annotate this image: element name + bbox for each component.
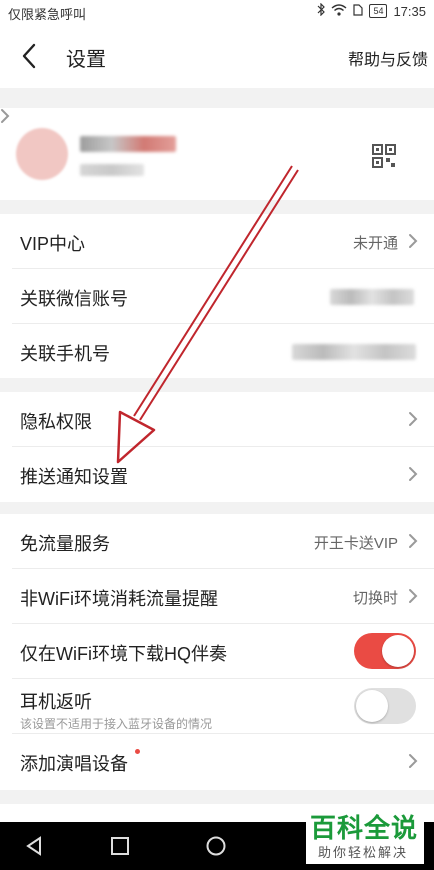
annotation-arrow [116,165,299,464]
watermark-logo: 百科全说 助你轻松解决 [306,806,424,864]
watermark-subtitle: 助你轻松解决 [318,845,409,860]
recents-square-icon[interactable] [111,837,129,860]
home-circle-icon[interactable] [206,836,226,861]
watermark-title: 百科全说 [310,813,419,843]
back-triangle-icon[interactable] [24,836,44,861]
